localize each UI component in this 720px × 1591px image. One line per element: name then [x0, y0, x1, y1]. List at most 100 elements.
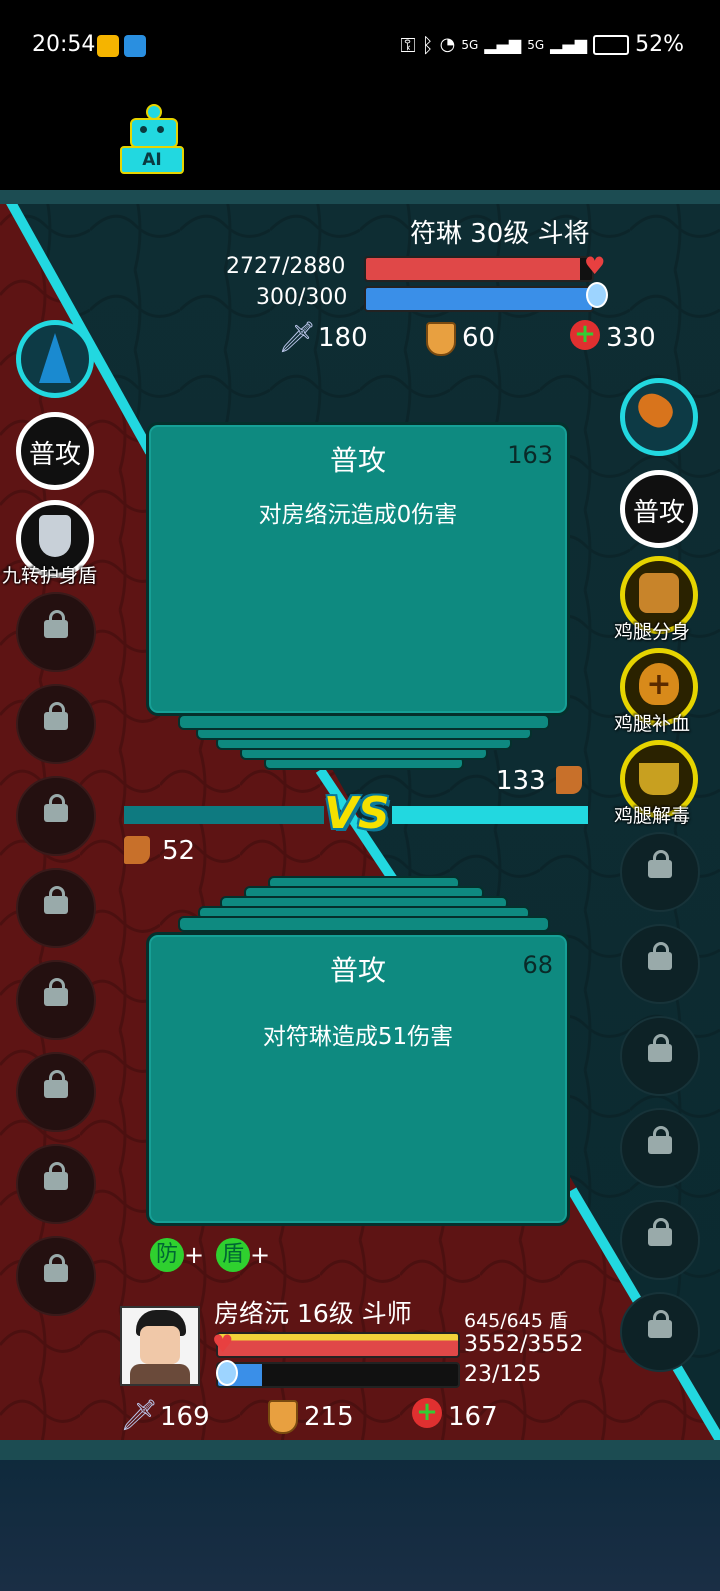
locked-slot	[620, 1016, 700, 1096]
lock-icon	[648, 1310, 672, 1338]
locked-slot	[16, 1144, 96, 1224]
locked-slot	[620, 1108, 700, 1188]
arena-top-border	[0, 190, 720, 204]
player-attack: 169	[160, 1402, 210, 1432]
skill-basic-attack-right[interactable]: 普攻	[620, 470, 698, 548]
locked-slot	[16, 868, 96, 948]
skill-basic-attack-left[interactable]: 普攻	[16, 412, 94, 490]
card-text: 对房络沅造成0伤害	[258, 502, 458, 528]
heart-icon: ♥	[584, 252, 606, 280]
detox-cup-icon	[639, 763, 679, 795]
pagoda-icon	[39, 333, 71, 383]
skill-label: 普攻	[28, 440, 81, 470]
lock-icon	[44, 794, 68, 822]
card-number: 68	[522, 951, 553, 979]
vs-bar-right	[392, 806, 588, 824]
card-text: 对符琳造成51伤害	[262, 1024, 454, 1050]
chicken-leg-icon	[631, 388, 679, 432]
clock: 20:54	[32, 32, 96, 57]
signal-5g-icon-2: 5G	[527, 37, 545, 52]
lock-icon	[44, 886, 68, 914]
buff-shield-icon: 盾	[216, 1238, 250, 1272]
buff-shield: 盾 +	[216, 1238, 270, 1272]
heart-icon: ♥	[212, 1330, 234, 1358]
vs-label: VS	[324, 788, 390, 839]
lock-icon	[44, 1162, 68, 1190]
signal-5g-icon: 5G	[461, 37, 479, 52]
player-mp-text: 23/125	[464, 1362, 542, 1387]
vs-bar-left	[124, 806, 324, 824]
boot-icon	[556, 766, 582, 794]
enemy-defense: 60	[462, 323, 496, 353]
skill-label: 普攻	[632, 498, 685, 528]
enemy-mp-text: 300/300	[256, 285, 348, 310]
locked-slot	[16, 1236, 96, 1316]
enemy-name: 符琳 30级 斗将	[410, 219, 590, 249]
player-hp-bar	[216, 1332, 460, 1358]
locked-slot	[16, 592, 96, 672]
player-action-card: 普攻 68 对符琳造成51伤害	[146, 932, 570, 1226]
status-bar: 20:54 ⚿ ᛒ ◔ 5G ▂▄▆ 5G ▂▄▆ 52%	[0, 0, 720, 92]
lock-icon	[648, 850, 672, 878]
lock-icon	[648, 1034, 672, 1062]
lock-icon	[648, 942, 672, 970]
player-shield-text: 645/645 盾	[464, 1310, 568, 1332]
shield-icon	[426, 322, 456, 356]
lock-icon	[648, 1218, 672, 1246]
mail-notification-icon	[97, 35, 119, 57]
enemy-attack: 180	[318, 323, 368, 353]
buff-defense-icon: 防	[150, 1238, 184, 1272]
battery-percent: 52%	[635, 32, 684, 57]
card-stack-layer	[178, 916, 550, 932]
ai-label: AI	[120, 146, 184, 174]
card-title: 普攻	[329, 954, 386, 987]
potion-icon	[216, 1360, 238, 1386]
lock-icon	[44, 702, 68, 730]
sword-icon: 🗡	[278, 320, 317, 355]
heal-icon: +	[639, 663, 679, 705]
status-icons: ⚿ ᛒ ◔ 5G ▂▄▆ 5G ▂▄▆ 52%	[400, 32, 684, 57]
skill-chicken-leg[interactable]	[620, 378, 698, 456]
bottom-backdrop	[0, 1460, 720, 1591]
lock-icon	[44, 978, 68, 1006]
card-number: 163	[507, 441, 553, 469]
locked-slot	[16, 684, 96, 764]
player-mp-bar	[216, 1362, 460, 1388]
signal-bars-icon-2: ▂▄▆	[550, 35, 588, 54]
locked-slot	[620, 1200, 700, 1280]
heal-skill-label: 鸡腿补血	[614, 713, 691, 735]
battery-icon	[593, 34, 630, 55]
player-defense: 215	[304, 1402, 354, 1432]
enemy-health-regen: 330	[606, 323, 656, 353]
key-icon: ⚿	[400, 32, 416, 57]
boot-icon	[124, 836, 150, 864]
card-title: 普攻	[329, 444, 386, 477]
locked-slot	[620, 832, 700, 912]
enemy-action-card: 普攻 163 对房络沅造成0伤害	[146, 422, 570, 716]
player-avatar[interactable]	[120, 1306, 200, 1386]
ai-robot-button[interactable]: AI	[120, 104, 184, 174]
locked-slot	[16, 1052, 96, 1132]
wifi-icon: ◔	[439, 34, 456, 55]
lock-icon	[648, 1126, 672, 1154]
health-cross-icon: +	[570, 320, 600, 350]
locked-slot	[620, 924, 700, 1004]
enemy-hp-text: 2727/2880	[226, 254, 346, 279]
skill-tower[interactable]	[16, 320, 94, 398]
signal-bars-icon: ▂▄▆	[484, 35, 522, 54]
buff-plus: +	[184, 1241, 205, 1269]
health-cross-icon: +	[412, 1398, 442, 1428]
clone-icon	[639, 573, 679, 613]
lock-icon	[44, 1070, 68, 1098]
locked-slot	[16, 776, 96, 856]
shield-skill-label: 九转护身盾	[2, 565, 98, 587]
detox-skill-label: 鸡腿解毒	[614, 805, 691, 827]
potion-icon	[586, 282, 608, 308]
lock-icon	[44, 1254, 68, 1282]
arena-bottom-border	[0, 1440, 720, 1460]
buff-plus: +	[250, 1241, 271, 1269]
bluetooth-icon: ᛒ	[421, 32, 434, 57]
app-notification-icon	[124, 35, 146, 57]
enemy-hp-bar	[364, 256, 594, 282]
player-hp-text: 3552/3552	[464, 1332, 584, 1357]
